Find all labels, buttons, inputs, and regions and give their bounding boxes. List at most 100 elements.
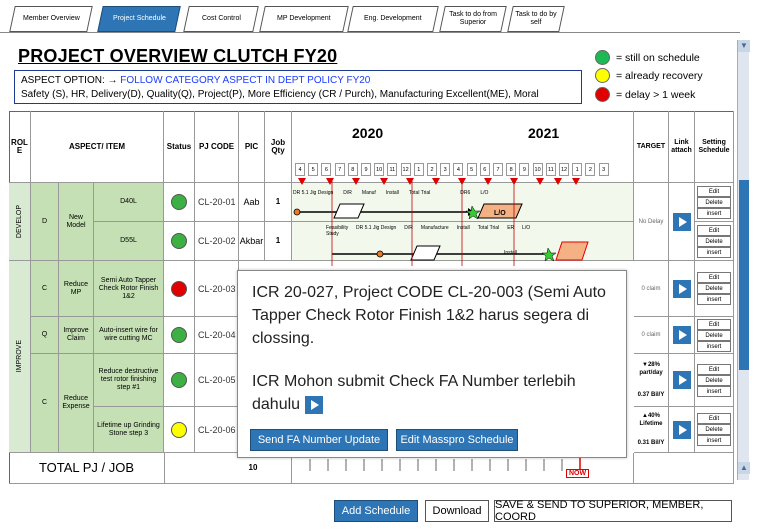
header-aspect-item: ASPECT/ ITEM	[31, 111, 164, 183]
target-value: ▲40% Lifetime	[639, 413, 663, 428]
month-cell: 4	[453, 163, 464, 176]
edit-button[interactable]: Edit	[697, 185, 731, 197]
insert-button[interactable]: insert	[697, 207, 731, 219]
item-cell: D40L	[94, 183, 164, 222]
pj-code-cell[interactable]: CL-20-02	[195, 222, 239, 261]
save-send-button[interactable]: SAVE & SEND TO SUPERIOR, MEMBER, COORD	[494, 499, 732, 523]
month-cell: 8	[347, 163, 358, 176]
month-cell: 9	[361, 163, 371, 176]
delete-button[interactable]: Delete	[697, 235, 731, 247]
target-value: ▼28% part/day	[639, 362, 663, 376]
pj-code-cell[interactable]: CL-20-03	[195, 261, 239, 317]
header-link-attach: Link attach	[669, 111, 695, 183]
edit-button[interactable]: Edit	[697, 318, 731, 330]
pj-code-cell[interactable]: CL-20-01	[195, 183, 239, 222]
pic-cell: Aab	[239, 183, 265, 222]
month-cell: 2	[585, 163, 596, 176]
setting-cell: Edit Delete insert	[695, 183, 734, 222]
delete-button[interactable]: Delete	[697, 196, 731, 208]
link-attach-cell	[669, 261, 695, 317]
tab-mp-development[interactable]: MP Development	[259, 6, 349, 32]
month-cell: 3	[598, 163, 609, 176]
link-attach-cell	[669, 317, 695, 354]
download-button[interactable]: Download	[425, 500, 489, 522]
header-pic: PIC	[239, 111, 265, 183]
scroll-thumb[interactable]	[739, 180, 749, 370]
category-cell: D	[31, 183, 59, 261]
year-2021: 2021	[528, 125, 560, 141]
tab-project-schedule[interactable]: Project Schedule	[97, 6, 181, 32]
insert-button[interactable]: insert	[697, 435, 731, 446]
gantt-label: ER	[507, 225, 515, 231]
role-develop: DEVELOP	[9, 183, 31, 261]
add-schedule-button[interactable]: Add Schedule	[334, 500, 418, 522]
vertical-scrollbar[interactable]: ▼ ▲	[737, 40, 750, 480]
link-attach-play-icon[interactable]	[672, 326, 691, 344]
link-attach-cell	[669, 183, 695, 261]
delete-button[interactable]: Delete	[697, 374, 731, 386]
edit-button[interactable]: Edit	[697, 363, 731, 375]
target-cell: 0 claim	[634, 317, 669, 354]
gantt-label: Manuf	[361, 190, 376, 196]
role-improve: IMPROVE	[9, 261, 31, 453]
pj-code-cell[interactable]: CL-20-04	[195, 317, 239, 354]
header-role: ROL E	[9, 111, 31, 183]
insert-button[interactable]: insert	[697, 385, 731, 397]
month-cell: 11	[387, 163, 398, 176]
setting-cell: Edit Delete insert	[695, 354, 734, 407]
status-cell	[164, 317, 195, 354]
pj-code-cell[interactable]: CL-20-05	[195, 354, 239, 407]
month-cell: 9	[519, 163, 530, 176]
total-spacer	[634, 453, 734, 484]
delete-button[interactable]: Delete	[697, 329, 731, 341]
link-attach-cell	[669, 354, 695, 407]
insert-button[interactable]: insert	[697, 340, 731, 352]
link-attach-play-icon[interactable]	[672, 212, 691, 231]
pj-code-cell[interactable]: CL-20-06	[195, 407, 239, 453]
month-cell: 10	[532, 163, 543, 176]
insert-button[interactable]: insert	[697, 294, 731, 305]
month-cell: 7	[493, 163, 503, 176]
link-attach-play-icon[interactable]	[672, 279, 691, 298]
delete-button[interactable]: Delete	[697, 283, 731, 294]
tab-task-by-self[interactable]: Task to do by self	[507, 6, 565, 32]
scroll-up-icon[interactable]: ▼	[738, 40, 750, 52]
edit-button[interactable]: Edit	[697, 224, 731, 236]
tab-eng-development[interactable]: Eng. Development	[347, 6, 439, 32]
insert-button[interactable]: insert	[697, 246, 731, 258]
item-cell: Auto-insert wire for wire cutting MC	[94, 317, 164, 354]
gantt-label: DR6	[460, 190, 471, 196]
status-cell	[164, 222, 195, 261]
edit-button[interactable]: Edit	[697, 272, 731, 283]
tab-cost-control[interactable]: Cost Control	[183, 6, 259, 32]
status-cell	[164, 407, 195, 453]
qty-cell: 1	[265, 222, 292, 261]
gantt-label: DR 5.1 Jig Design	[293, 190, 334, 196]
link-attach-play-icon[interactable]	[672, 420, 691, 439]
tab-member-overview[interactable]: Member Overview	[9, 6, 93, 32]
play-icon[interactable]	[304, 395, 323, 414]
link-attach-play-icon[interactable]	[672, 371, 691, 389]
aspect-option-link[interactable]: FOLLOW CATEGORY ASPECT IN DEPT POLICY FY…	[120, 75, 370, 86]
target-saving: 0.31 Bil/Y	[637, 439, 665, 446]
target-cell: ▲40% Lifetime 0.31 Bil/Y	[634, 407, 669, 453]
year-2020: 2020	[352, 125, 384, 141]
popup-request: ICR Mohon submit Check FA Number terlebi…	[252, 370, 612, 416]
delete-button[interactable]: Delete	[697, 424, 731, 435]
edit-masspro-schedule-button[interactable]: Edit Masspro Schedule	[396, 429, 518, 451]
gantt-label: D/R	[404, 225, 413, 231]
tab-task-from-superior[interactable]: Task to do from Superior	[439, 6, 507, 32]
legend-label: = still on schedule	[616, 51, 700, 64]
page-title: PROJECT OVERVIEW CLUTCH FY20	[18, 46, 338, 66]
qty-cell: 1	[265, 183, 292, 222]
yellow-dot-icon	[595, 68, 610, 83]
legend-recovery: = already recovery	[595, 68, 703, 83]
gantt-label: L/O	[522, 225, 531, 231]
sub-aspect-cell: Reduce MP	[59, 261, 94, 317]
tab-label: Task to do by self	[515, 11, 557, 26]
edit-button[interactable]: Edit	[697, 413, 731, 424]
scroll-down-icon[interactable]: ▲	[738, 462, 750, 474]
gantt-label: Feasibility Study	[326, 225, 349, 237]
popup-request-text: ICR Mohon submit Check FA Number terlebi…	[252, 373, 576, 413]
send-fa-number-button[interactable]: Send FA Number Update	[250, 429, 388, 451]
